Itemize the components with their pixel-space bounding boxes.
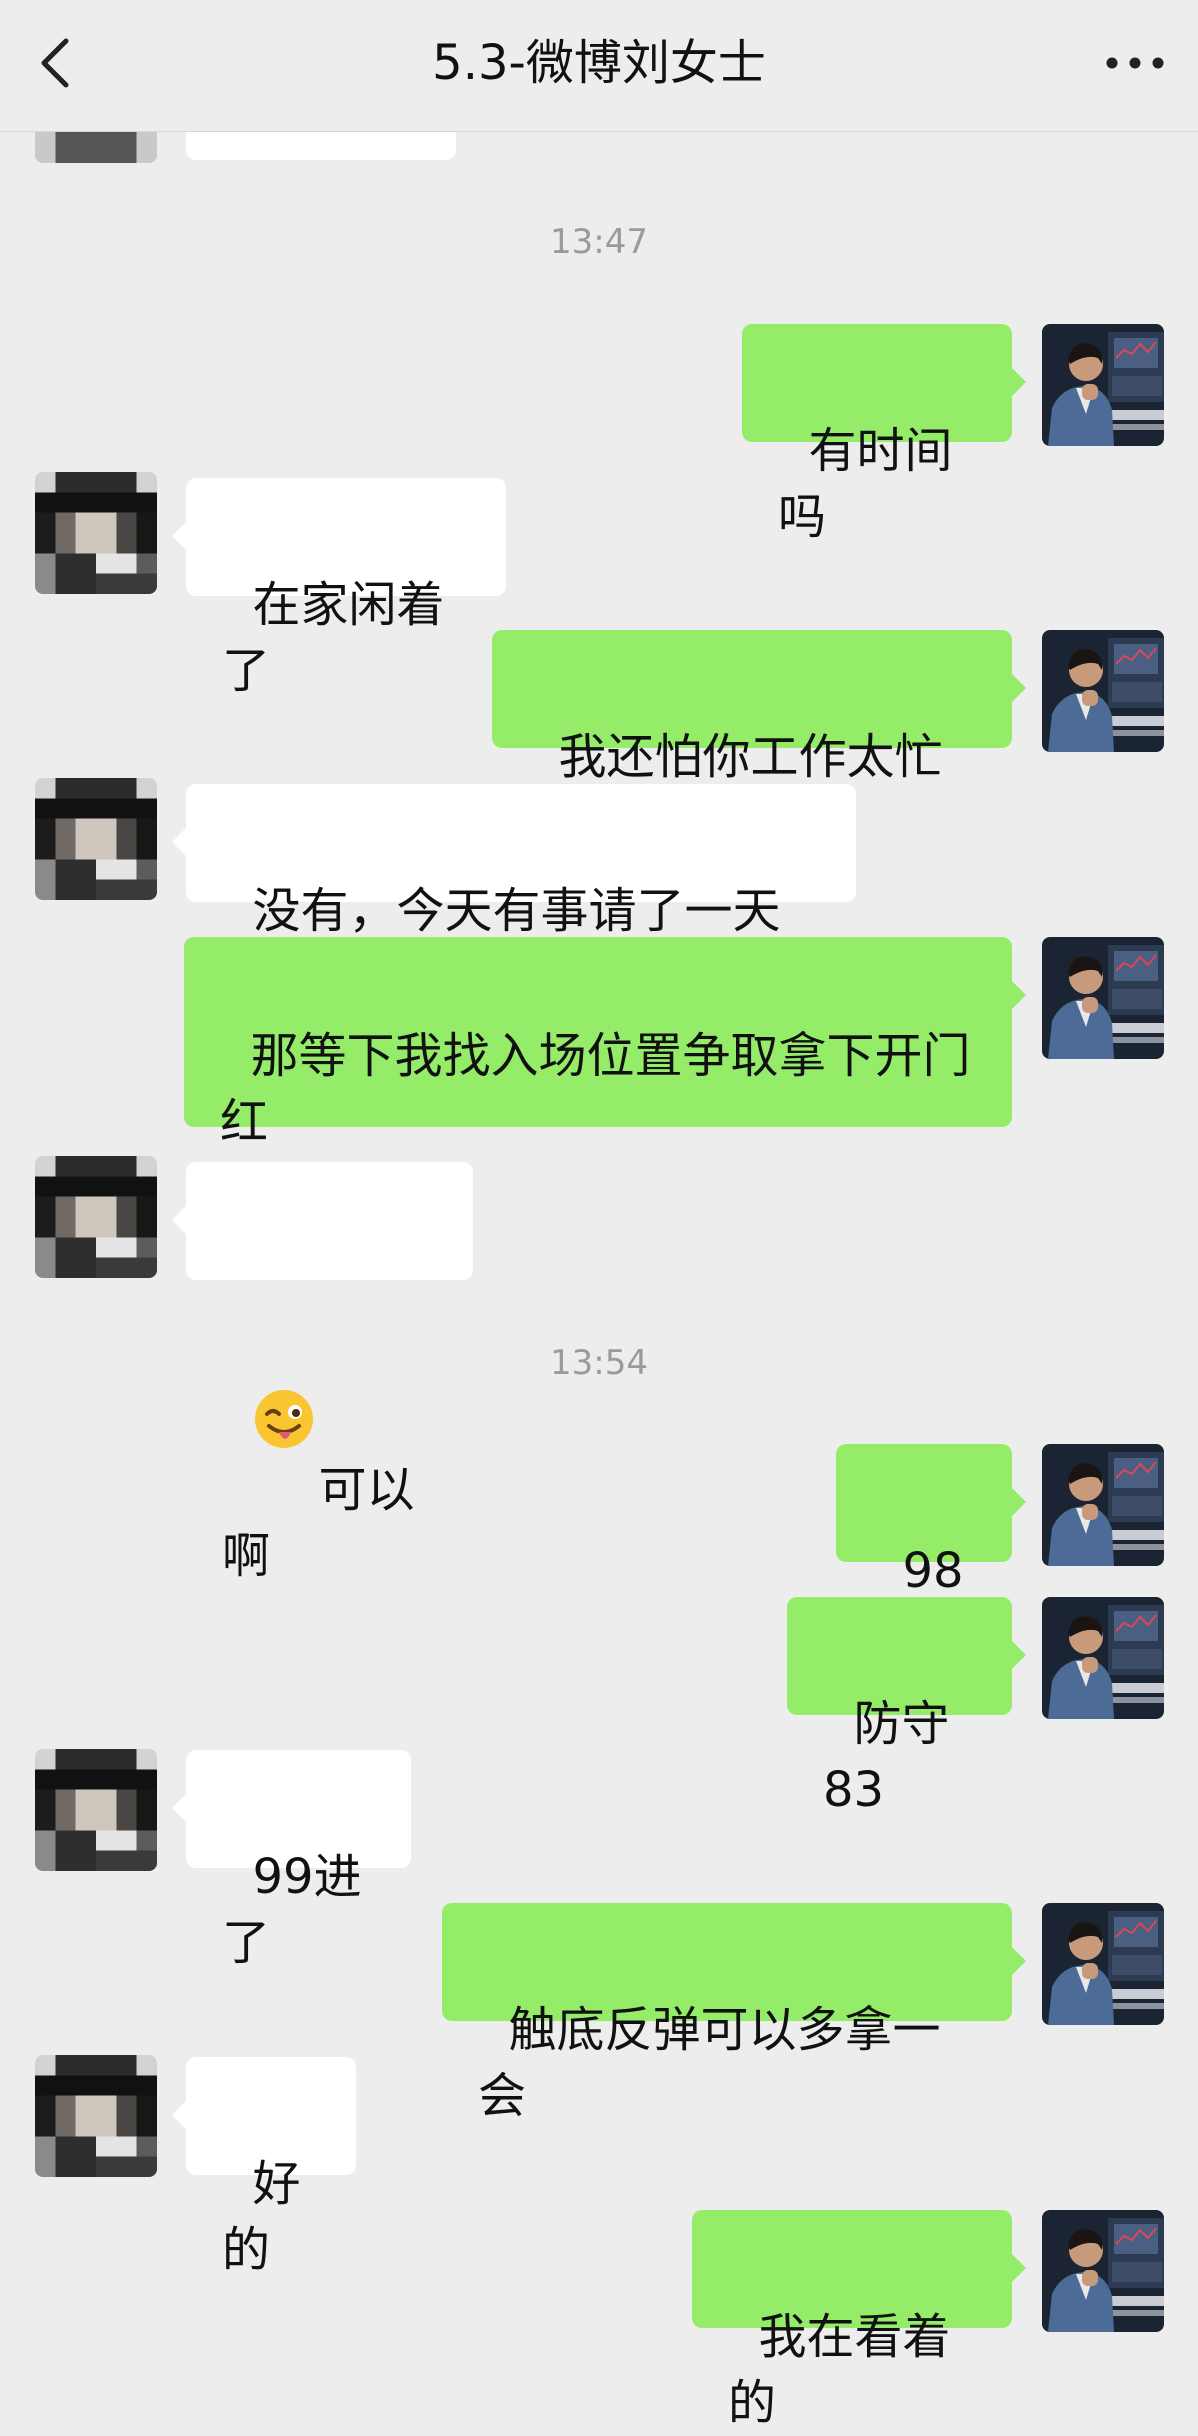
chat-title-overlay: 5.3-微博刘女士 (432, 35, 766, 91)
self-avatar[interactable] (1042, 1903, 1164, 2025)
self-avatar[interactable] (1042, 937, 1164, 1059)
message-bubble-outgoing[interactable]: 触底反弹可以多拿一会 (442, 1903, 1026, 2124)
message-bubble-outgoing[interactable]: 有时间吗 (742, 324, 1026, 545)
message-bubble-incoming[interactable]: 在家闲着了 (172, 478, 506, 699)
message-bubble-incoming[interactable]: 99进了 (172, 1750, 411, 1971)
contact-avatar[interactable] (35, 2055, 157, 2177)
message-text: 防守83 (823, 1696, 950, 1818)
message-bubble-outgoing[interactable]: 那等下我找入场位置争取拿下开门红 (184, 937, 1026, 1150)
message-text: 那等下我找入场位置争取拿下开门红 (220, 1028, 971, 1150)
message-bubble-incoming[interactable]: 没有，今天有事请了一天假 (172, 784, 856, 1005)
self-avatar[interactable] (1042, 1597, 1164, 1719)
message-bubble-outgoing[interactable]: 我还怕你工作太忙了 (492, 630, 1026, 851)
more-button-overlay[interactable] (1100, 30, 1170, 96)
message-text: 我在看着的 (728, 2309, 951, 2431)
contact-avatar[interactable] (35, 472, 157, 594)
message-bubble-outgoing[interactable]: 98哆 (836, 1444, 1026, 1665)
chevron-left-icon (41, 38, 69, 88)
message-bubble-outgoing[interactable]: 我在看着的 (692, 2210, 1026, 2431)
message-bubble-incoming[interactable]: 好的 (172, 2057, 356, 2278)
more-dots-icon (1106, 57, 1164, 69)
message-bubble-outgoing[interactable]: 防守83 (787, 1597, 1026, 1818)
message-text: 触底反弹可以多拿一会 (478, 2002, 941, 2124)
timestamp: 13:47 (550, 222, 648, 262)
message-text: 99进了 (222, 1849, 362, 1971)
self-avatar[interactable] (1042, 324, 1164, 446)
back-button-overlay[interactable] (30, 28, 80, 98)
message-text: 可以啊 (222, 1462, 415, 1584)
self-avatar[interactable] (1042, 2210, 1164, 2332)
message-text: 在家闲着了 (222, 577, 445, 699)
self-avatar[interactable] (1042, 630, 1164, 752)
contact-avatar[interactable] (35, 1156, 157, 1278)
contact-avatar[interactable] (35, 1749, 157, 1871)
self-avatar[interactable] (1042, 1444, 1164, 1566)
message-bubble-incoming[interactable]: 可以啊 (172, 1162, 473, 1584)
message-text: 好的 (222, 2156, 301, 2278)
contact-avatar[interactable] (35, 778, 157, 900)
message-text: 有时间吗 (778, 423, 953, 545)
winking-tongue-emoji (253, 1256, 315, 1448)
timestamp: 13:54 (550, 1343, 648, 1383)
